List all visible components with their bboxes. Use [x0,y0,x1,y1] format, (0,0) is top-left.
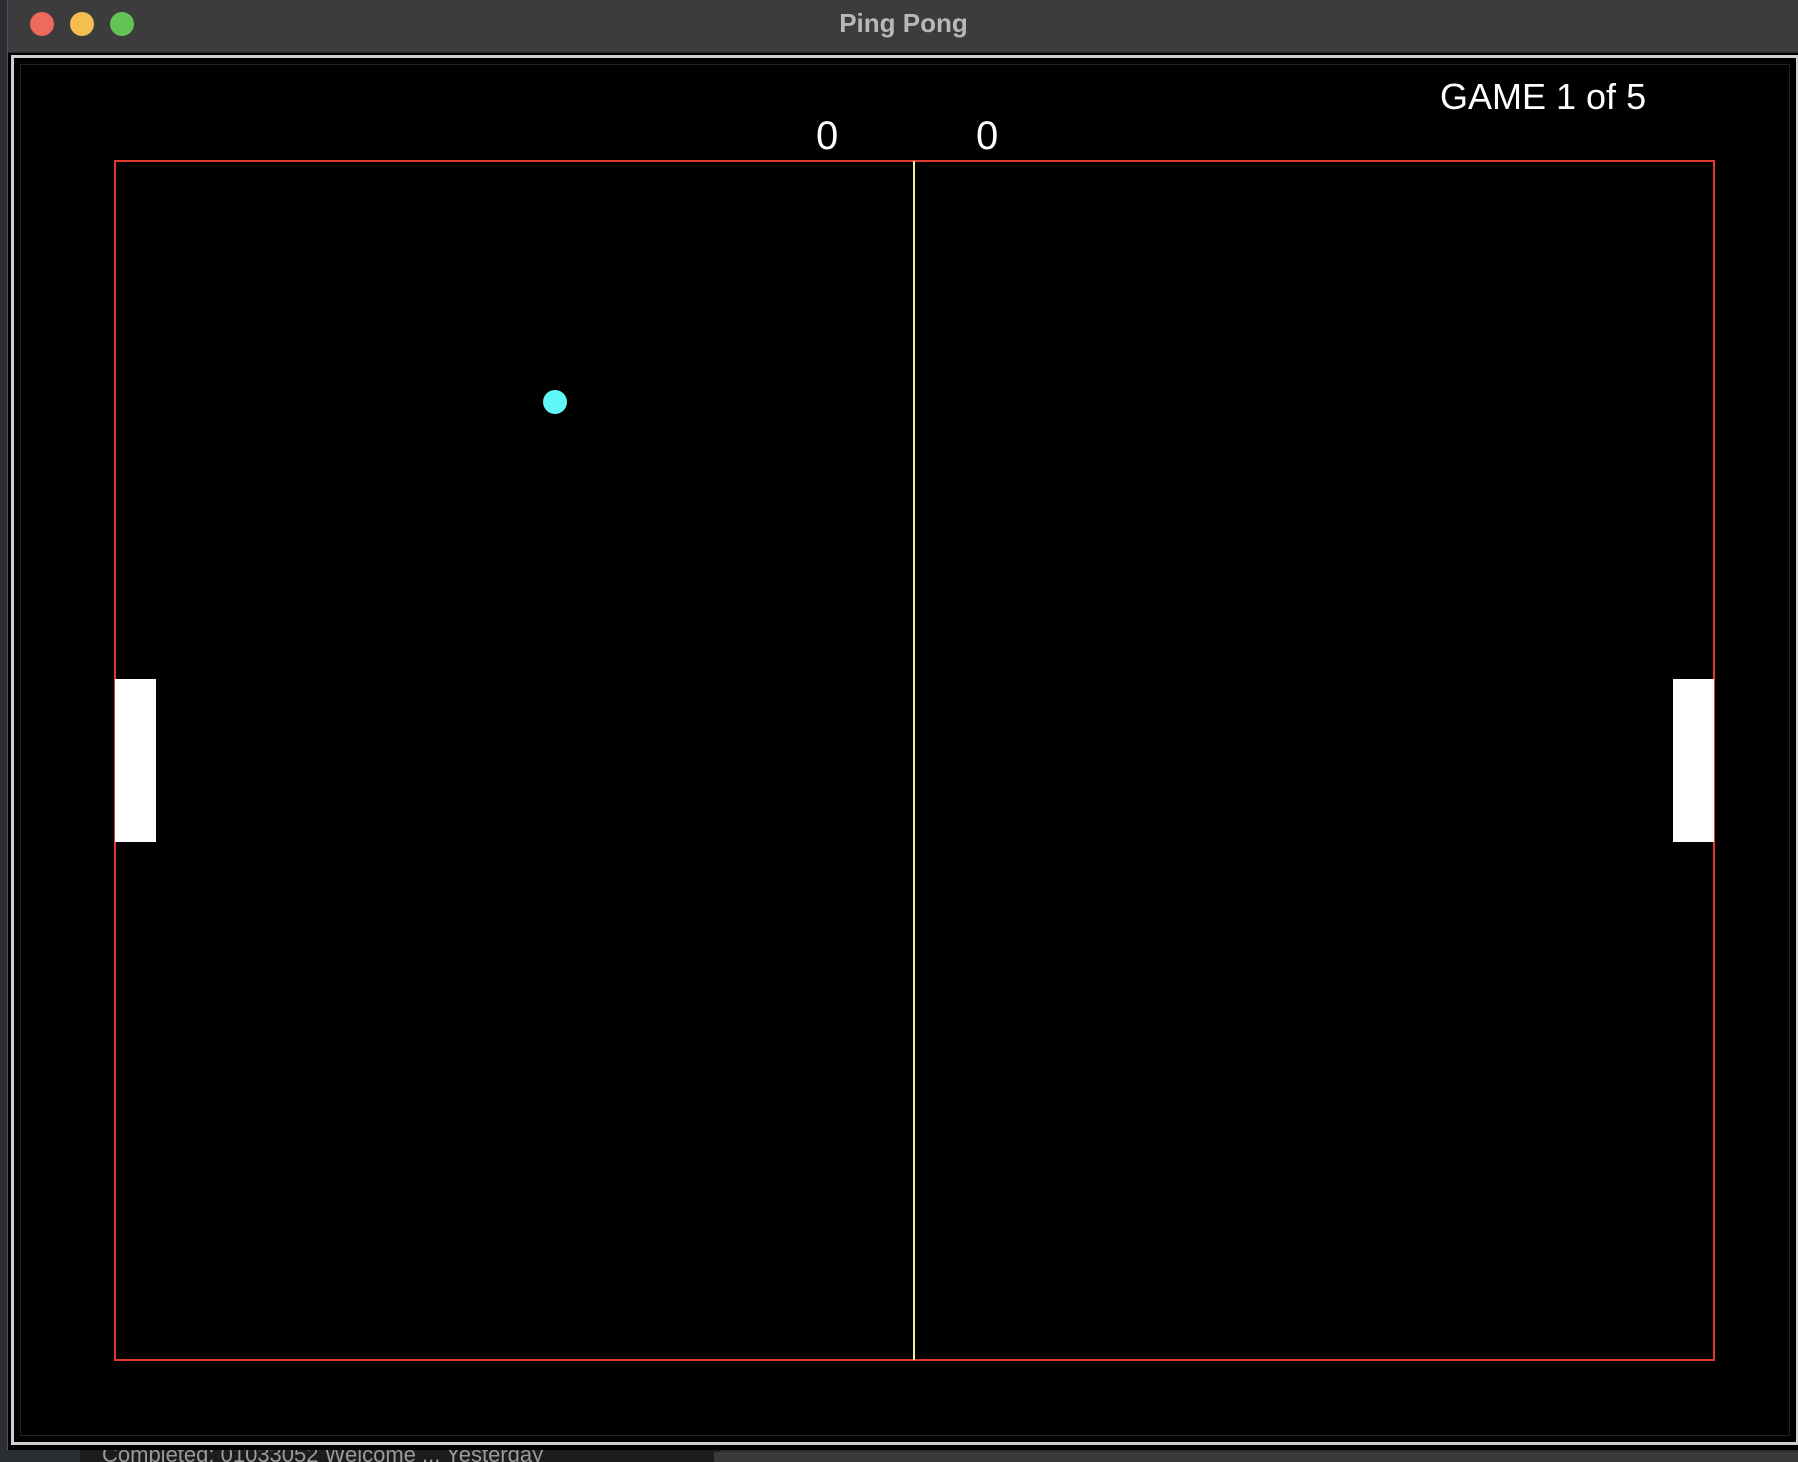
left-player-score: 0 [816,114,839,158]
ball [543,390,567,414]
background-window-strip [714,1452,1798,1462]
title-bar[interactable]: Ping Pong [8,0,1798,53]
right-player-score: 0 [976,114,999,158]
center-net-line [913,161,915,1360]
left-paddle[interactable] [115,679,156,842]
window-title: Ping Pong [839,8,968,38]
game-counter: GAME 1 of 5 [1440,76,1647,117]
right-paddle[interactable] [1673,679,1714,842]
